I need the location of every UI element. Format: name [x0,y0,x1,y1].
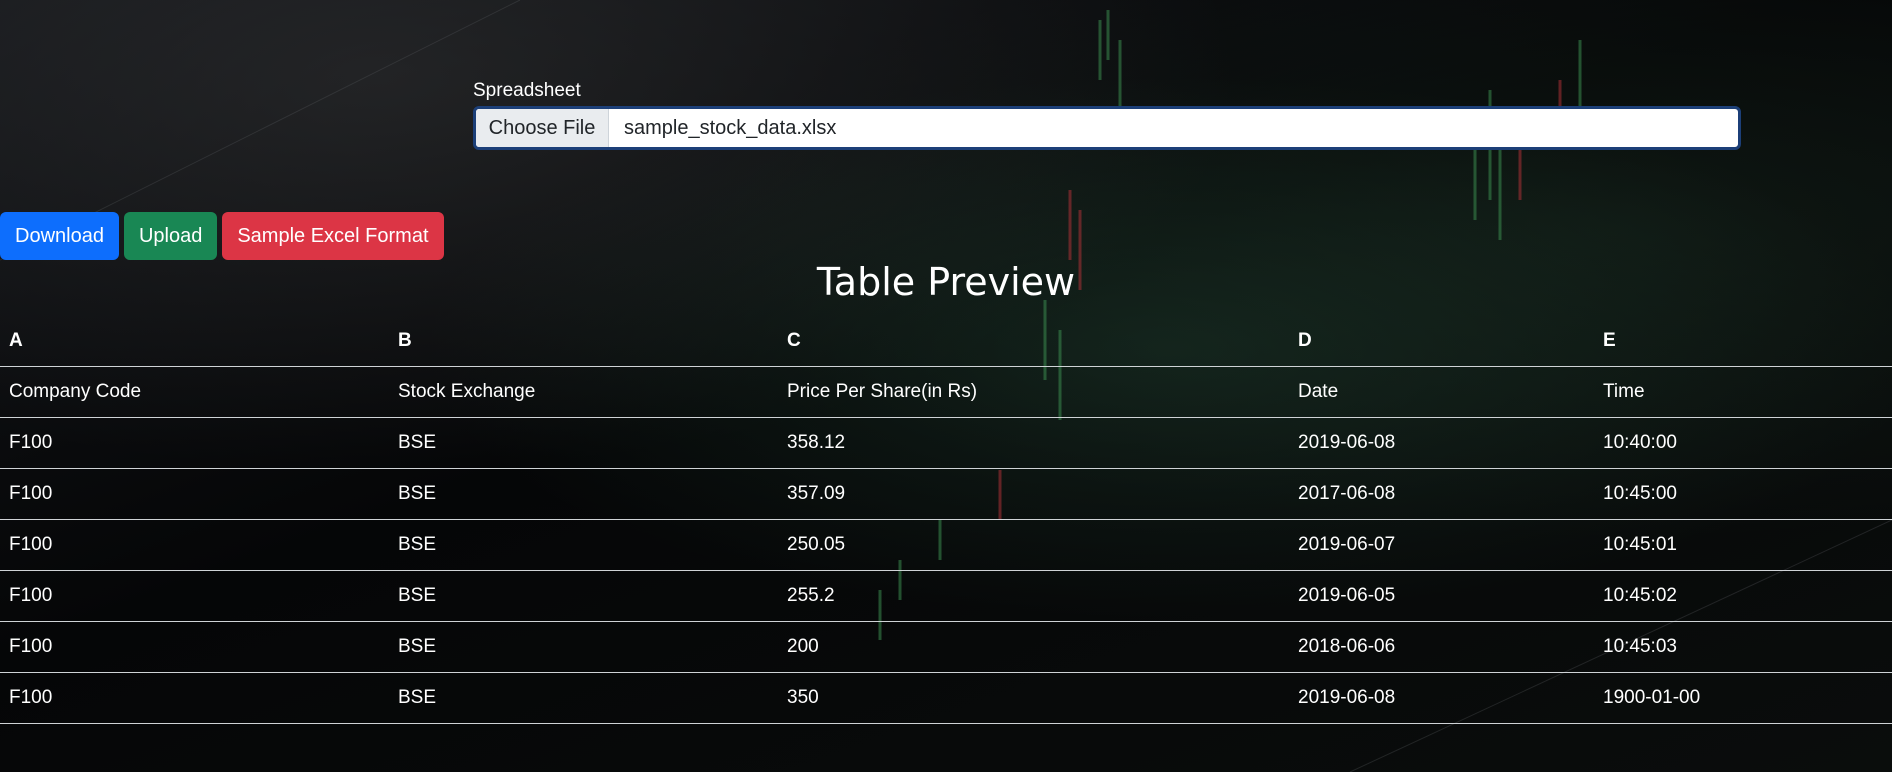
download-button[interactable]: Download [0,212,119,260]
table-cell: BSE [389,621,778,673]
table-cell: BSE [389,570,778,622]
table-cell: 2019-06-08 [1289,417,1594,469]
table-row: F100 BSE 358.12 2019-06-08 10:40:00 [0,417,1892,469]
table-cell: Company Code [0,366,389,418]
table-cell: F100 [0,417,389,469]
column-header: E [1594,316,1892,367]
spreadsheet-file-input[interactable]: Choose File sample_stock_data.xlsx [473,106,1741,150]
table-cell: BSE [389,417,778,469]
table-cell: Date [1289,366,1594,418]
table-cell: BSE [389,672,778,724]
table-cell: 2019-06-07 [1289,519,1594,571]
table-cell: 10:45:01 [1594,519,1892,571]
table-cell: BSE [389,519,778,571]
table-cell: 1900-01-00 [1594,672,1892,724]
table-cell: 357.09 [778,468,1289,520]
table-cell: 2017-06-08 [1289,468,1594,520]
table-row: F100 BSE 200 2018-06-06 10:45:03 [0,621,1892,673]
table-cell: 2019-06-05 [1289,570,1594,622]
table-header-row: A B C D E [0,316,1892,367]
selected-file-name: sample_stock_data.xlsx [624,116,837,139]
table-cell: 250.05 [778,519,1289,571]
table-cell: 358.12 [778,417,1289,469]
table-cell: F100 [0,672,389,724]
table-cell: Time [1594,366,1892,418]
table-cell: 2019-06-08 [1289,672,1594,724]
action-buttons: Download Upload Sample Excel Format [0,212,444,260]
table-cell: 10:45:02 [1594,570,1892,622]
table-row: F100 BSE 357.09 2017-06-08 10:45:00 [0,468,1892,520]
table-cell: BSE [389,468,778,520]
table-cell: 2018-06-06 [1289,621,1594,673]
table-cell: Stock Exchange [389,366,778,418]
choose-file-button[interactable]: Choose File [476,109,609,147]
spreadsheet-label: Spreadsheet [473,80,581,101]
table-cell: F100 [0,519,389,571]
column-header: C [778,316,1289,367]
table-cell: F100 [0,570,389,622]
upload-button[interactable]: Upload [123,212,218,260]
table-cell: F100 [0,468,389,520]
column-header: B [389,316,778,367]
column-header: A [0,316,389,367]
table-cell: F100 [0,621,389,673]
table-row: F100 BSE 255.2 2019-06-05 10:45:02 [0,570,1892,622]
table-cell: 10:45:00 [1594,468,1892,520]
preview-table: A B C D E Company Code Stock Exchange Pr… [0,316,1892,724]
table-cell: 255.2 [778,570,1289,622]
table-cell: 350 [778,672,1289,724]
table-row: Company Code Stock Exchange Price Per Sh… [0,366,1892,418]
table-cell: 10:40:00 [1594,417,1892,469]
table-cell: 10:45:03 [1594,621,1892,673]
table-row: F100 BSE 250.05 2019-06-07 10:45:01 [0,519,1892,571]
column-header: D [1289,316,1594,367]
table-cell: Price Per Share(in Rs) [778,366,1289,418]
table-cell: 200 [778,621,1289,673]
table-preview-title: Table Preview [816,260,1076,304]
sample-excel-format-button[interactable]: Sample Excel Format [222,212,444,260]
spreadsheet-upload-group: Spreadsheet Choose File sample_stock_dat… [473,80,1741,150]
table-row: F100 BSE 350 2019-06-08 1900-01-00 [0,672,1892,724]
